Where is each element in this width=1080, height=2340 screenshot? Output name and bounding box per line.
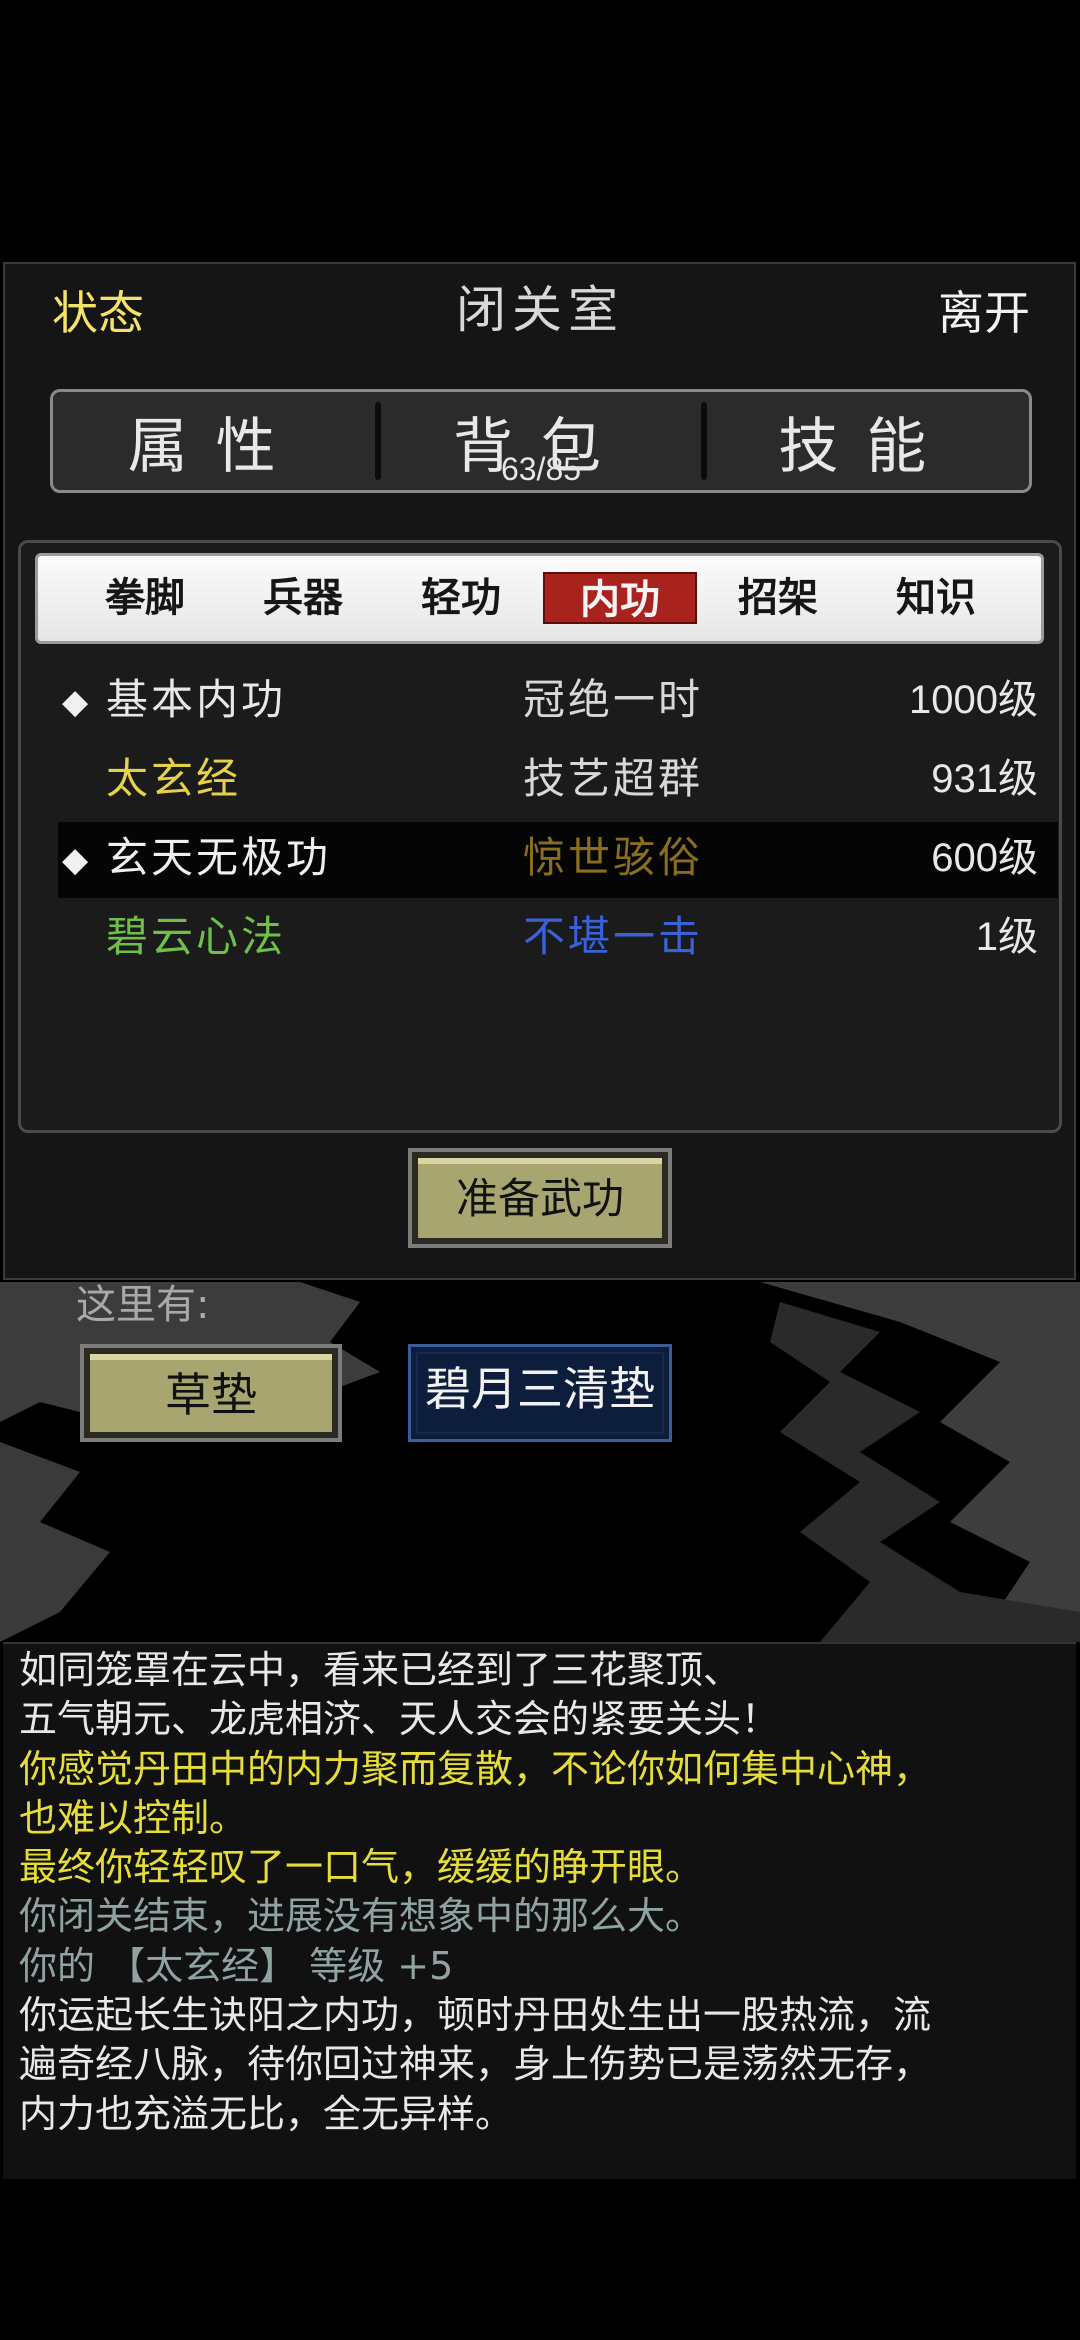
skill-row[interactable]: 碧云心法 不堪一击 1级	[58, 901, 1058, 977]
main-tabs: 属性 背包 63/85 技能	[50, 389, 1032, 493]
skill-grade: 冠绝一时	[523, 675, 704, 724]
skill-name: 太玄经	[106, 754, 242, 803]
leave-button[interactable]: 离开	[938, 283, 1030, 343]
log-line: 也难以控制。	[19, 1795, 248, 1840]
subtab-fist[interactable]: 拳脚	[90, 572, 200, 624]
skill-row[interactable]: 太玄经 技艺超群 931级	[58, 743, 1058, 819]
log-line: 最终你轻轻叹了一口气，缓缓的睁开眼。	[19, 1845, 704, 1890]
skill-row[interactable]: ◆ 基本内功 冠绝一时 1000级	[58, 664, 1058, 740]
cloud-background	[0, 1282, 1080, 1642]
skill-grade: 惊世骇俗	[523, 833, 704, 882]
subtab-weapon[interactable]: 兵器	[248, 572, 358, 624]
equipped-diamond-icon: ◆	[62, 840, 89, 880]
log-line: 内力也充溢无比，全无异样。	[19, 2091, 514, 2136]
skill-grade: 不堪一击	[523, 912, 704, 961]
tab-attributes-label: 属性	[127, 411, 304, 482]
skill-level: 1000级	[909, 678, 1038, 722]
page-title: 闭关室	[456, 281, 624, 339]
tab-attributes[interactable]: 属性	[53, 392, 378, 490]
subtab-lightness[interactable]: 轻功	[406, 572, 516, 624]
log-line: 五气朝元、龙虎相济、天人交会的紧要关头！	[19, 1697, 780, 1742]
skill-level: 1级	[975, 915, 1038, 959]
skill-category-tabs: 拳脚 兵器 轻功 内功 招架 知识	[35, 553, 1044, 644]
skill-level: 931级	[931, 757, 1038, 801]
item-straw-mat-button[interactable]: 草垫	[80, 1344, 342, 1442]
log-line: 你的 【太玄经】 等级 +5	[19, 1943, 454, 1988]
tab-backpack[interactable]: 背包 63/85	[375, 392, 703, 490]
log-line: 遍奇经八脉，待你回过神来，身上伤势已是荡然无存，	[19, 2042, 932, 2087]
tab-skills[interactable]: 技能	[700, 392, 1029, 490]
skill-name: 基本内功	[106, 675, 287, 724]
subtab-parry[interactable]: 招架	[723, 572, 833, 624]
game-screen: 状态 闭关室 离开 属性 背包 63/85 技能 拳脚 兵器 轻功 内功 招架 …	[0, 0, 1080, 2340]
room-scene	[0, 1282, 1080, 1642]
skill-name: 玄天无极功	[106, 833, 332, 882]
item-label: 草垫	[90, 1354, 332, 1432]
skill-row-selected[interactable]: ◆ 玄天无极功 惊世骇俗 600级	[58, 822, 1058, 898]
subtab-knowledge[interactable]: 知识	[881, 572, 991, 624]
tab-skills-label: 技能	[778, 411, 955, 482]
prepare-skill-label: 准备武功	[418, 1158, 662, 1238]
log-line: 你闭关结束，进展没有想象中的那么大。	[19, 1894, 704, 1939]
skill-name: 碧云心法	[106, 912, 287, 961]
skill-level: 600级	[931, 836, 1038, 880]
message-log: 如同笼罩在云中，看来已经到了三花聚顶、 五气朝元、龙虎相济、天人交会的紧要关头！…	[3, 1642, 1076, 2179]
skill-grade: 技艺超群	[523, 754, 704, 803]
equipped-diamond-icon: ◆	[62, 682, 89, 722]
subtab-inner[interactable]: 内功	[543, 572, 697, 624]
item-jade-moon-mat-button[interactable]: 碧月三清垫	[408, 1344, 672, 1442]
log-line: 你运起长生诀阳之内功，顿时丹田处生出一股热流，流	[19, 1993, 932, 2038]
log-line: 你感觉丹田中的内力聚而复散，不论你如何集中心神，	[19, 1746, 932, 1791]
backpack-count: 63/85	[500, 451, 582, 487]
here-label: 这里有:	[76, 1282, 210, 1328]
prepare-skill-button[interactable]: 准备武功	[408, 1148, 672, 1248]
log-line: 如同笼罩在云中，看来已经到了三花聚顶、	[19, 1648, 742, 1692]
